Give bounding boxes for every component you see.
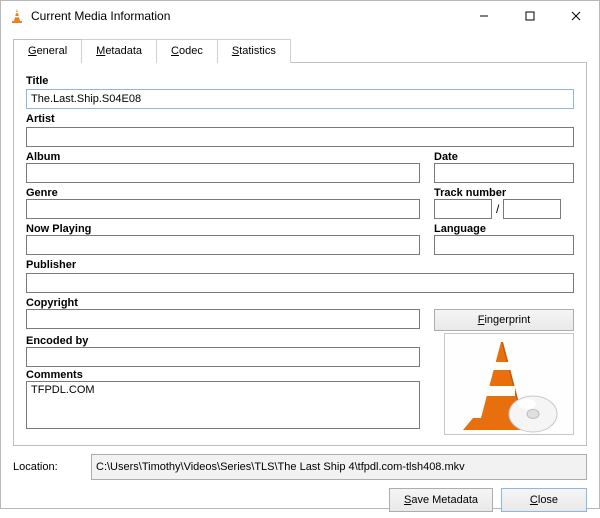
encodedby-field[interactable] [26, 347, 420, 367]
close-button[interactable]: Close [501, 488, 587, 512]
cover-art-box [444, 333, 574, 435]
label-encodedby: Encoded by [26, 335, 420, 347]
tab-statistics[interactable]: Statistics [217, 39, 291, 63]
tab-page-general: Title Artist Album Date Genre [13, 62, 587, 446]
minimize-button[interactable] [461, 1, 507, 31]
close-window-button[interactable] [553, 1, 599, 31]
tab-metadata-key: M [96, 45, 105, 57]
save-metadata-button[interactable]: Save Metadata [389, 488, 493, 512]
label-date: Date [434, 151, 574, 163]
album-field[interactable] [26, 163, 420, 183]
label-title: Title [26, 75, 574, 87]
save-rest: ave Metadata [411, 494, 478, 506]
tab-codec-rest: odec [179, 45, 203, 57]
label-artist: Artist [26, 113, 574, 125]
nowplaying-field[interactable] [26, 235, 420, 255]
label-publisher: Publisher [26, 259, 574, 271]
tab-codec[interactable]: Codec [156, 39, 218, 63]
label-album: Album [26, 151, 420, 163]
label-copyright: Copyright [26, 297, 420, 309]
tab-general-key: G [28, 45, 37, 57]
fingerprint-rest: ingerprint [484, 314, 530, 326]
label-location: Location: [13, 461, 83, 473]
tab-general[interactable]: General [13, 39, 82, 63]
genre-field[interactable] [26, 199, 420, 219]
vlc-cone-artwork-icon [445, 334, 573, 434]
tab-statistics-rest: tatistics [239, 45, 276, 57]
close-rest: lose [538, 494, 558, 506]
track-total-field[interactable] [503, 199, 561, 219]
label-track: Track number [434, 187, 574, 199]
tab-metadata[interactable]: Metadata [81, 39, 157, 63]
tab-codec-key: C [171, 45, 179, 57]
vlc-cone-icon [9, 8, 25, 24]
window-title: Current Media Information [31, 9, 170, 23]
location-field[interactable] [91, 454, 587, 480]
language-field[interactable] [434, 235, 574, 255]
maximize-button[interactable] [507, 1, 553, 31]
track-separator: / [496, 202, 499, 216]
tab-general-rest: eneral [37, 45, 68, 57]
tab-strip: General Metadata Codec Statistics [13, 39, 587, 63]
label-nowplaying: Now Playing [26, 223, 420, 235]
label-comments: Comments [26, 369, 420, 381]
tab-metadata-rest: etadata [105, 45, 142, 57]
title-field[interactable] [26, 89, 574, 109]
label-genre: Genre [26, 187, 420, 199]
publisher-field[interactable] [26, 273, 574, 293]
copyright-field[interactable] [26, 309, 420, 329]
comments-field[interactable] [26, 381, 420, 429]
label-language: Language [434, 223, 574, 235]
track-number-field[interactable] [434, 199, 492, 219]
date-field[interactable] [434, 163, 574, 183]
media-info-window: Current Media Information General Metada… [0, 0, 600, 509]
fingerprint-button[interactable]: Fingerprint [434, 309, 574, 331]
artist-field[interactable] [26, 127, 574, 147]
close-key: C [530, 494, 538, 506]
titlebar: Current Media Information [1, 1, 599, 31]
